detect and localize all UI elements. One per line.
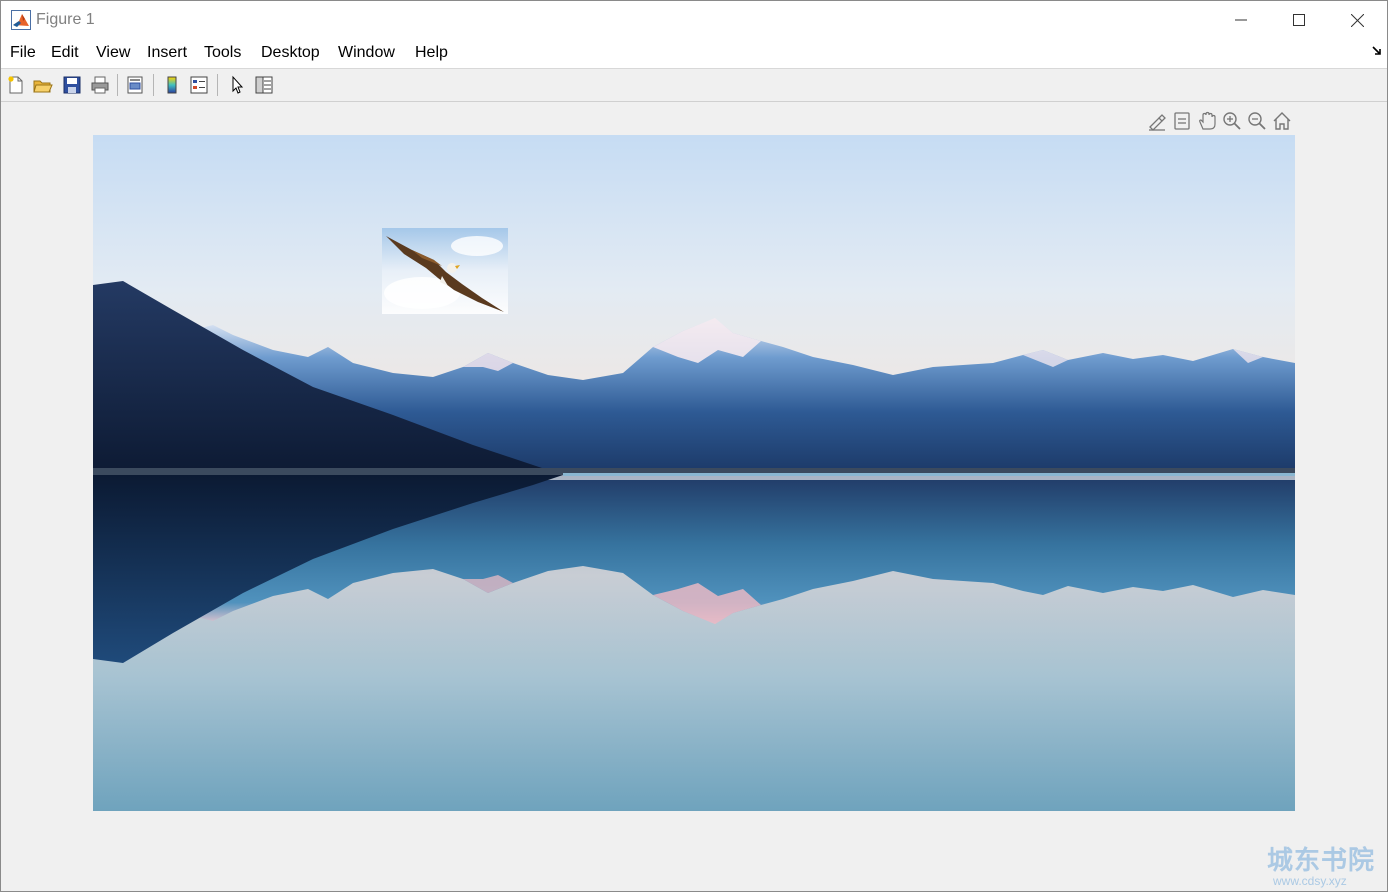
maximize-icon [1293, 14, 1305, 26]
menu-edit[interactable]: Edit [51, 44, 79, 62]
close-button[interactable] [1328, 1, 1386, 39]
zoom-in-icon [1223, 112, 1241, 130]
eagle-inset-image[interactable] [382, 228, 508, 314]
menu-window[interactable]: Window [338, 44, 395, 62]
minimize-button[interactable] [1212, 1, 1270, 39]
title-bar[interactable]: Figure 1 [1, 1, 1387, 39]
insert-colorbar-icon [167, 76, 177, 94]
toolbar-separator [153, 74, 154, 96]
image-axes[interactable] [93, 135, 1295, 811]
property-inspector-icon [255, 76, 273, 94]
menu-bar: File Edit View Insert Tools Desktop Wind… [1, 39, 1387, 69]
watermark-url: www.cdsy.xyz [1273, 874, 1347, 888]
print-icon [91, 76, 109, 94]
watermark: 城东书院 www.cdsy.xyz [1267, 846, 1376, 887]
menu-file[interactable]: File [10, 44, 36, 62]
home-icon [1273, 112, 1291, 130]
dock-figure-icon[interactable] [1371, 45, 1383, 57]
data-tips-button[interactable] [1171, 110, 1193, 132]
close-icon [1350, 13, 1364, 27]
restore-view-button[interactable] [1271, 110, 1293, 132]
minimize-icon [1235, 19, 1247, 21]
brush-button[interactable] [1146, 110, 1168, 132]
edit-plot-button[interactable] [225, 73, 249, 97]
open-file-icon [33, 80, 53, 93]
maximize-button[interactable] [1270, 1, 1328, 39]
new-figure-icon [8, 76, 23, 94]
insert-legend-icon [190, 76, 208, 94]
matlab-logo-icon [11, 10, 31, 30]
mountain-lake-image [93, 135, 1295, 811]
insert-legend-button[interactable] [187, 73, 211, 97]
print-button[interactable] [88, 73, 112, 97]
figure-window: Figure 1 File Edit View Insert Tools Des… [0, 0, 1388, 892]
menu-help[interactable]: Help [415, 44, 448, 62]
zoom-in-button[interactable] [1221, 110, 1243, 132]
new-figure-button[interactable] [4, 73, 28, 97]
menu-view[interactable]: View [96, 44, 130, 62]
print-preview-icon [127, 76, 143, 94]
figure-toolbar [1, 69, 1387, 102]
menu-insert[interactable]: Insert [147, 44, 187, 62]
pan-icon [1199, 111, 1216, 130]
save-button[interactable] [60, 73, 84, 97]
toolbar-separator [217, 74, 218, 96]
brush-icon [1149, 114, 1166, 131]
window-title: Figure 1 [36, 11, 95, 28]
pan-button[interactable] [1196, 110, 1218, 132]
insert-colorbar-button[interactable] [160, 73, 184, 97]
zoom-out-button[interactable] [1246, 110, 1268, 132]
print-preview-button[interactable] [123, 73, 147, 97]
edit-plot-icon [232, 75, 244, 94]
save-icon [63, 76, 81, 94]
menu-tools[interactable]: Tools [204, 44, 241, 62]
watermark-title: 城东书院 [1267, 846, 1376, 876]
zoom-out-icon [1248, 112, 1266, 130]
open-file-button[interactable] [31, 73, 55, 97]
property-inspector-button[interactable] [252, 73, 276, 97]
toolbar-separator [117, 74, 118, 96]
data-tips-icon [1174, 112, 1190, 130]
menu-desktop[interactable]: Desktop [261, 44, 320, 62]
